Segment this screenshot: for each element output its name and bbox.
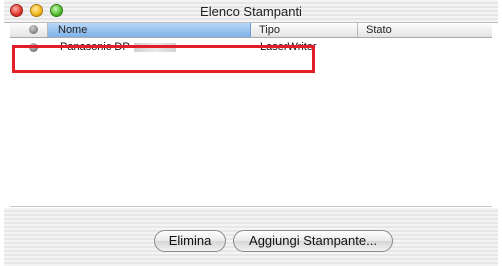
column-header-name[interactable]: Nome ▼	[48, 23, 251, 37]
status-dot-icon	[29, 25, 38, 34]
add-printer-button[interactable]: Aggiungi Stampante...	[233, 230, 393, 252]
column-header-type-label: Tipo	[259, 24, 280, 36]
column-header-type[interactable]: Tipo	[251, 23, 358, 37]
column-headers: Nome ▼ Tipo Stato	[10, 23, 492, 38]
column-header-name-label: Nome	[58, 24, 88, 36]
delete-button[interactable]: Elimina	[154, 230, 226, 252]
window-title: Elenco Stampanti	[200, 4, 302, 19]
column-header-status-label: Stato	[366, 24, 392, 36]
title-bar[interactable]: Elenco Stampanti	[4, 0, 498, 23]
printer-list-window: Elenco Stampanti Nome ▼ Tipo Stato Panas…	[4, 0, 498, 266]
column-header-status-indicator[interactable]	[10, 23, 48, 37]
annotation-highlight-box	[12, 45, 315, 73]
column-header-status[interactable]: Stato	[358, 23, 492, 37]
